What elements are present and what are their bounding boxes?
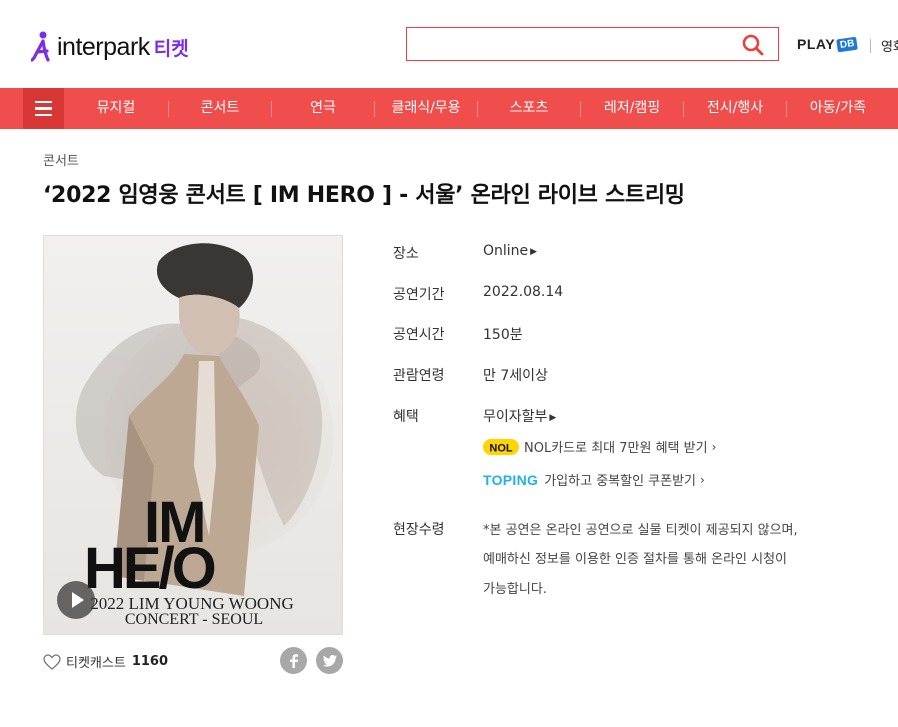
playdb-badge: DB bbox=[836, 36, 859, 52]
svg-text:HE/O: HE/O bbox=[84, 536, 215, 601]
logo-text: interpark bbox=[57, 32, 150, 61]
info-period-value: 2022.08.14 bbox=[483, 284, 564, 300]
onsite-notice-line: 가능합니다. bbox=[483, 582, 547, 597]
interpark-ticket-logo[interactable]: interpark 티켓 bbox=[31, 28, 189, 66]
info-benefit-label: 혜택 bbox=[393, 409, 419, 425]
nol-card-benefit-link[interactable]: NOL NOL카드로 최대 7만원 혜택 받기 › bbox=[483, 437, 716, 456]
nav-item-exhibition[interactable]: 전시/행사 bbox=[683, 88, 787, 129]
toping-benefit-text: 가입하고 중복할인 쿠폰받기 bbox=[544, 474, 697, 489]
nav-item-concert[interactable]: 콘서트 bbox=[168, 88, 272, 129]
caret-right-icon: ▶ bbox=[549, 413, 557, 423]
playdb-link[interactable]: PLAY DB bbox=[797, 36, 859, 52]
header: interpark 티켓 PLAY DB 영화 bbox=[0, 0, 898, 88]
onsite-notice-line: 예매하신 정보를 이용한 인증 절차를 통해 온라인 시청이 bbox=[483, 552, 788, 567]
search-icon[interactable] bbox=[742, 34, 764, 56]
info-venue-value[interactable]: Online ▶ bbox=[483, 243, 537, 259]
onsite-notice-line: *본 공연은 온라인 공연으로 실물 티켓이 제공되지 않으며, bbox=[483, 523, 798, 538]
page-title: ‘2022 임영웅 콘서트 [ IM HERO ] - 서울’ 온라인 라이브 … bbox=[43, 183, 685, 208]
info-benefit-value[interactable]: 무이자할부 ▶ bbox=[483, 406, 556, 426]
nav-item-sports[interactable]: 스포츠 bbox=[477, 88, 581, 129]
header-divider bbox=[870, 39, 871, 53]
nol-benefit-text: NOL카드로 최대 7만원 혜택 받기 bbox=[524, 441, 708, 456]
twitter-icon[interactable] bbox=[316, 647, 343, 674]
menu-icon[interactable] bbox=[23, 88, 64, 129]
search-input[interactable] bbox=[407, 28, 727, 60]
nav-item-play[interactable]: 연극 bbox=[271, 88, 375, 129]
category-nav: 뮤지컬 콘서트 연극 클래식/무용 스포츠 레저/캠핑 전시/행사 아동/가족 bbox=[0, 88, 898, 129]
facebook-icon[interactable] bbox=[280, 647, 307, 674]
info-age-value: 만 7세이상 bbox=[483, 368, 548, 384]
chevron-right-icon: › bbox=[700, 472, 705, 487]
nav-item-musical[interactable]: 뮤지컬 bbox=[64, 88, 168, 129]
info-period-label: 공연기간 bbox=[393, 287, 445, 303]
nav-item-kids[interactable]: 아동/가족 bbox=[786, 88, 890, 129]
toping-logo: TOPING bbox=[483, 471, 539, 488]
logo-mark-icon bbox=[31, 31, 50, 62]
info-age-label: 관람연령 bbox=[393, 368, 445, 384]
info-venue-label: 장소 bbox=[393, 246, 419, 262]
poster-image[interactable]: IM HE/O 2022 LIM YOUNG WOONG CONCERT - S… bbox=[43, 235, 343, 635]
breadcrumb-category[interactable]: 콘서트 bbox=[43, 150, 79, 169]
chevron-right-icon: › bbox=[711, 439, 717, 454]
nol-icon: NOL bbox=[483, 438, 519, 455]
info-onsite-label: 현장수령 bbox=[393, 522, 445, 538]
caret-right-icon: ▶ bbox=[530, 247, 538, 257]
svg-text:NOL: NOL bbox=[489, 442, 513, 454]
header-link-movie[interactable]: 영화 bbox=[881, 36, 898, 55]
search-box bbox=[406, 27, 779, 61]
play-icon[interactable] bbox=[57, 581, 95, 619]
ticketcast-like[interactable]: 티켓캐스트 1160 bbox=[43, 652, 168, 671]
venue-text: Online bbox=[483, 243, 529, 259]
playdb-text: PLAY bbox=[797, 36, 836, 52]
info-runtime-value: 150분 bbox=[483, 327, 523, 343]
nav-item-classic[interactable]: 클래식/무용 bbox=[374, 88, 478, 129]
logo-sub: 티켓 bbox=[153, 37, 189, 60]
ticketcast-count: 1160 bbox=[131, 654, 168, 669]
toping-benefit-link[interactable]: TOPING 가입하고 중복할인 쿠폰받기 › bbox=[483, 470, 705, 490]
svg-text:CONCERT - SEOUL: CONCERT - SEOUL bbox=[125, 611, 263, 628]
nav-item-leisure[interactable]: 레저/캠핑 bbox=[580, 88, 684, 129]
ticketcast-label: 티켓캐스트 bbox=[66, 656, 126, 671]
benefit-text: 무이자할부 bbox=[483, 409, 548, 425]
poster-title-art: IM HE/O 2022 LIM YOUNG WOONG CONCERT - S… bbox=[84, 490, 294, 628]
info-runtime-label: 공연시간 bbox=[393, 327, 445, 343]
heart-icon bbox=[43, 653, 61, 670]
